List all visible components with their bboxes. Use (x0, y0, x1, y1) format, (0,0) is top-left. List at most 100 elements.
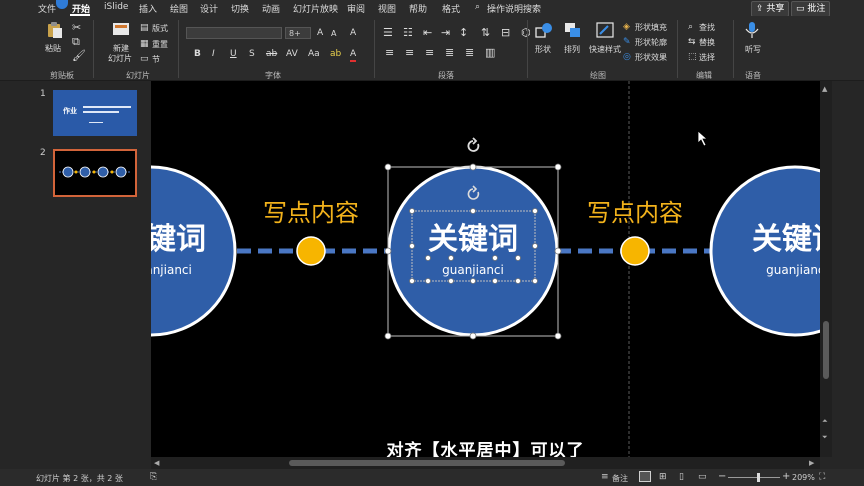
font-color-icon[interactable]: A (350, 49, 357, 62)
avatar[interactable] (56, 0, 68, 9)
slide-sorter-icon[interactable]: ⊞ (659, 472, 667, 482)
slide-thumbnail-2[interactable] (53, 149, 137, 197)
text-direction-icon[interactable]: ⇅ (481, 27, 490, 38)
line-spacing-icon[interactable]: ↕ (459, 27, 468, 38)
scroll-up-icon[interactable]: ▲ (822, 85, 827, 93)
shape-fill-button[interactable]: 形状填充 (635, 22, 667, 33)
share-button[interactable]: ⇪ 共享 (751, 1, 790, 17)
decrease-indent-icon[interactable]: ⇤ (423, 27, 432, 38)
scroll-right-icon[interactable]: ▶ (809, 459, 814, 467)
dictate-button[interactable]: 听写 (745, 44, 761, 55)
shapes-button[interactable]: 形状 (535, 44, 551, 55)
arrange-button[interactable]: 排列 (564, 44, 580, 55)
copy-icon[interactable]: ⧉ (72, 36, 80, 47)
menu-format[interactable]: 格式 (442, 2, 460, 15)
zoom-out-icon[interactable]: − (718, 471, 726, 482)
fit-to-window-icon[interactable]: ⛶ (819, 472, 825, 482)
shape-fill-icon[interactable]: ◈ (623, 22, 630, 33)
shapes-icon[interactable] (535, 22, 553, 38)
shape-outline-icon[interactable]: ✎ (623, 37, 631, 48)
reset-button[interactable]: 重置 (152, 39, 168, 50)
menu-slideshow[interactable]: 幻灯片放映 (293, 2, 338, 15)
section-button[interactable]: 节 (152, 54, 160, 65)
microphone-icon[interactable] (743, 22, 761, 38)
zoom-slider-thumb[interactable] (757, 473, 760, 482)
vertical-scrollbar[interactable]: ▲ ⏶ ⏷ (820, 81, 832, 457)
numbering-icon[interactable]: ☷ (403, 27, 413, 38)
menu-draw[interactable]: 绘图 (170, 2, 188, 15)
format-painter-icon[interactable]: 🖌 (72, 50, 86, 61)
slideshow-icon[interactable]: ▭ (698, 472, 707, 482)
zoom-level[interactable]: 209% (792, 473, 815, 482)
paste-button[interactable]: 粘贴 (45, 43, 61, 54)
replace-button[interactable]: 替换 (699, 37, 715, 48)
underline-icon[interactable]: U (230, 49, 237, 60)
spellcheck-icon[interactable]: ⎘ (150, 472, 157, 482)
distribute-icon[interactable]: ≣ (465, 47, 474, 58)
new-slide-icon[interactable] (112, 22, 130, 38)
reading-view-icon[interactable]: ▯ (679, 472, 684, 482)
shadow-icon[interactable]: S (249, 49, 255, 60)
notes-button[interactable]: 备注 (612, 473, 628, 484)
scroll-left-icon[interactable]: ◀ (154, 459, 159, 467)
arrange-icon[interactable] (564, 22, 582, 38)
clear-format-icon[interactable]: A (350, 28, 356, 39)
font-size-box[interactable]: 8+ (285, 27, 311, 39)
align-left-icon[interactable]: ≡ (385, 47, 394, 58)
slide-thumbnail-1[interactable]: 作业 (53, 90, 137, 136)
menu-design[interactable]: 设计 (200, 2, 218, 15)
menu-islide[interactable]: iSlide (104, 2, 128, 12)
menu-insert[interactable]: 插入 (139, 2, 157, 15)
horizontal-scroll-thumb[interactable] (289, 460, 565, 466)
layout-icon[interactable]: ▤ (140, 23, 149, 34)
menu-transitions[interactable]: 切换 (231, 2, 249, 15)
menu-help[interactable]: 帮助 (409, 2, 427, 15)
bold-icon[interactable]: B (194, 49, 201, 60)
cut-icon[interactable]: ✂ (72, 22, 81, 33)
next-slide-icon[interactable]: ⏷ (822, 433, 828, 442)
columns-icon[interactable]: ▥ (485, 47, 495, 58)
italic-icon[interactable]: I (212, 49, 215, 60)
normal-view-icon[interactable] (639, 471, 651, 482)
align-right-icon[interactable]: ≡ (425, 47, 434, 58)
shape-outline-button[interactable]: 形状轮廓 (635, 37, 667, 48)
select-button[interactable]: 选择 (699, 52, 715, 63)
menu-file[interactable]: 文件 (38, 2, 56, 15)
font-name-box[interactable] (186, 27, 282, 39)
timeline-dot[interactable] (296, 236, 326, 266)
notes-icon[interactable]: ≡ (601, 472, 609, 482)
quick-styles-button[interactable]: 快速样式 (589, 44, 621, 55)
quick-styles-icon[interactable] (596, 22, 614, 38)
select-icon[interactable]: ⬚ (688, 52, 697, 63)
shape-effects-icon[interactable]: ◎ (623, 52, 631, 63)
grow-font-icon[interactable]: A (317, 28, 323, 39)
strikethrough-icon[interactable]: ab (266, 49, 277, 60)
menu-animations[interactable]: 动画 (262, 2, 280, 15)
find-button[interactable]: 查找 (699, 22, 715, 33)
align-center-icon[interactable]: ≡ (405, 47, 414, 58)
align-text-icon[interactable]: ⊟ (501, 27, 510, 38)
section-icon[interactable]: ▭ (140, 54, 149, 65)
vertical-scroll-thumb[interactable] (823, 321, 829, 379)
find-icon[interactable]: ⌕ (688, 22, 693, 33)
bullets-icon[interactable]: ☰ (383, 27, 393, 38)
reset-icon[interactable]: ▦ (140, 39, 149, 50)
smartart-icon[interactable]: ⌬ (521, 27, 531, 38)
highlight-icon[interactable]: ab (330, 49, 341, 60)
horizontal-scrollbar[interactable]: ◀ ▶ (151, 457, 820, 469)
justify-icon[interactable]: ≣ (445, 47, 454, 58)
menu-view[interactable]: 视图 (378, 2, 396, 15)
menu-review[interactable]: 审阅 (347, 2, 365, 15)
slide-canvas[interactable]: 关键词 guanjianci 关键词 guanjianci 关键词 guanji… (151, 81, 820, 457)
comments-button[interactable]: ▭ 批注 (791, 1, 831, 17)
search-icon[interactable]: ⌕ (475, 2, 480, 12)
layout-button[interactable]: 版式 (152, 23, 168, 34)
increase-indent-icon[interactable]: ⇥ (441, 27, 450, 38)
shrink-font-icon[interactable]: A (331, 28, 336, 39)
shape-effects-button[interactable]: 形状效果 (635, 52, 667, 63)
zoom-slider-track[interactable] (728, 477, 780, 478)
spacing-icon[interactable]: AV (286, 49, 298, 60)
timeline-dot[interactable] (620, 236, 650, 266)
change-case-icon[interactable]: Aa (308, 49, 320, 60)
zoom-in-icon[interactable]: + (782, 471, 790, 482)
